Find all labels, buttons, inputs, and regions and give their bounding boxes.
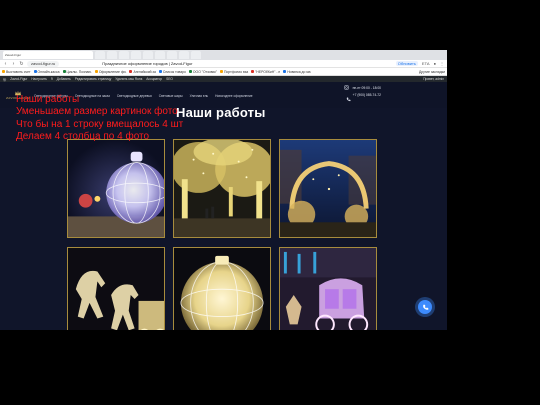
photo-tree-tunnel bbox=[174, 140, 270, 237]
photo-light-horses bbox=[68, 248, 164, 330]
photo-lit-ball bbox=[68, 140, 164, 237]
wp-customize[interactable]: Настроить bbox=[31, 77, 47, 81]
phone-call-icon bbox=[422, 304, 428, 310]
phone-icon bbox=[346, 97, 351, 102]
contacts-block: пн-пт 09:00 - 18:00 +7 (900) 085-74-72 bbox=[353, 86, 381, 97]
wp-logo-icon[interactable]: Ⓦ bbox=[3, 77, 6, 82]
annotation-line: Уменьшаем размер картинок фото bbox=[16, 106, 178, 118]
gallery-photo[interactable] bbox=[67, 247, 165, 330]
browser-window: Zavod-Figur ‹ › ↻ zavod-figur.ru Праздни… bbox=[0, 50, 447, 330]
screenshot-stage: Zavod-Figur ‹ › ↻ zavod-figur.ru Праздни… bbox=[0, 0, 540, 405]
wp-comments-count[interactable]: 9 bbox=[51, 77, 53, 81]
address-bar: ‹ › ↻ zavod-figur.ru Праздничное оформле… bbox=[0, 60, 447, 68]
other-bookmarks[interactable]: Другие закладки bbox=[419, 70, 445, 74]
annotation-line: Что бы на 1 строку вмещалось 4 шт bbox=[16, 118, 184, 130]
tab-active[interactable]: Zavod-Figur bbox=[3, 51, 93, 59]
gallery-photo[interactable] bbox=[67, 139, 165, 238]
tab[interactable] bbox=[167, 51, 177, 59]
bookmark[interactable]: Английский за bbox=[129, 70, 156, 74]
photo-carriage bbox=[280, 248, 376, 330]
bookmarks-bar: Выставить счет Онлайн-касса Циклы. Позна… bbox=[0, 68, 447, 76]
nav-item[interactable]: Уличная ель bbox=[190, 94, 208, 98]
bookmark[interactable]: Новинка до ма bbox=[283, 70, 311, 74]
bookmark[interactable]: Портфолио вза bbox=[219, 70, 248, 74]
wp-clear-cache[interactable]: Удалить кэш Runs bbox=[115, 77, 142, 81]
bookmark[interactable]: Онлайн-касса bbox=[33, 70, 60, 74]
wp-add-new[interactable]: Добавить bbox=[57, 77, 71, 81]
call-button[interactable] bbox=[418, 300, 432, 314]
wp-seo[interactable]: SEO bbox=[166, 77, 173, 81]
instagram-icon[interactable] bbox=[344, 85, 349, 90]
tab[interactable] bbox=[95, 51, 105, 59]
menu-icon[interactable]: ⋮ bbox=[440, 61, 444, 66]
tab[interactable] bbox=[143, 51, 153, 59]
wp-associator[interactable]: Асоциатор bbox=[146, 77, 162, 81]
tab[interactable] bbox=[191, 51, 201, 59]
work-hours: пн-пт 09:00 - 18:00 bbox=[352, 86, 381, 90]
annotation-line: Делаем 4 столбца по 4 фото bbox=[16, 131, 150, 143]
update-button[interactable]: Обновить bbox=[395, 61, 418, 66]
wp-edit-page[interactable]: Редактировать страницу bbox=[75, 77, 111, 81]
tab[interactable] bbox=[131, 51, 141, 59]
bookmark[interactable]: Оформление фи. bbox=[94, 70, 126, 74]
back-icon[interactable]: ‹ bbox=[3, 60, 8, 68]
photo-giant-ball bbox=[174, 248, 270, 330]
tab[interactable] bbox=[119, 51, 129, 59]
bookmark[interactable]: Выставить счет bbox=[2, 70, 31, 74]
reload-icon[interactable]: ↻ bbox=[19, 60, 24, 68]
forward-icon[interactable]: › bbox=[11, 60, 16, 68]
tab[interactable] bbox=[155, 51, 165, 59]
nav-item[interactable]: Новогоднее оформление bbox=[215, 94, 252, 98]
bookmark[interactable]: Список товаро bbox=[158, 70, 186, 74]
gallery-photo[interactable] bbox=[173, 139, 271, 238]
red-annotation: Наши работы Уменьшаем размер картинок фо… bbox=[16, 94, 183, 144]
url-field[interactable]: zavod-figur.ru bbox=[27, 60, 60, 67]
bookmark[interactable]: Циклы. Познаю. bbox=[62, 70, 92, 74]
bookmark[interactable]: "НЕРОбКиН" - п bbox=[251, 70, 280, 74]
annotation-line: Наши работы bbox=[16, 94, 80, 105]
tab[interactable] bbox=[107, 51, 117, 59]
wp-user-greeting[interactable]: Привет, admin bbox=[423, 77, 444, 81]
extension-label[interactable]: ЕТА bbox=[422, 61, 430, 66]
bookmark[interactable]: ООО "Отзовик" bbox=[188, 70, 217, 74]
tab[interactable] bbox=[179, 51, 189, 59]
page-title: Наши работы bbox=[176, 105, 266, 120]
gallery-photo[interactable] bbox=[279, 139, 377, 238]
gallery-photo[interactable] bbox=[279, 247, 377, 330]
profile-icon[interactable]: ● bbox=[434, 61, 436, 66]
phone-number[interactable]: +7 (900) 085-74-72 bbox=[353, 93, 381, 97]
wp-site-link[interactable]: Zavod-Figur bbox=[10, 77, 27, 81]
works-gallery bbox=[67, 139, 377, 330]
tab-label: Zavod-Figur bbox=[5, 53, 22, 57]
tab-strip: Zavod-Figur bbox=[0, 50, 447, 60]
window-title: Праздничное оформление городов | Zavod-F… bbox=[102, 61, 193, 66]
gallery-photo[interactable] bbox=[173, 247, 271, 330]
photo-glowing-arch bbox=[280, 140, 376, 237]
